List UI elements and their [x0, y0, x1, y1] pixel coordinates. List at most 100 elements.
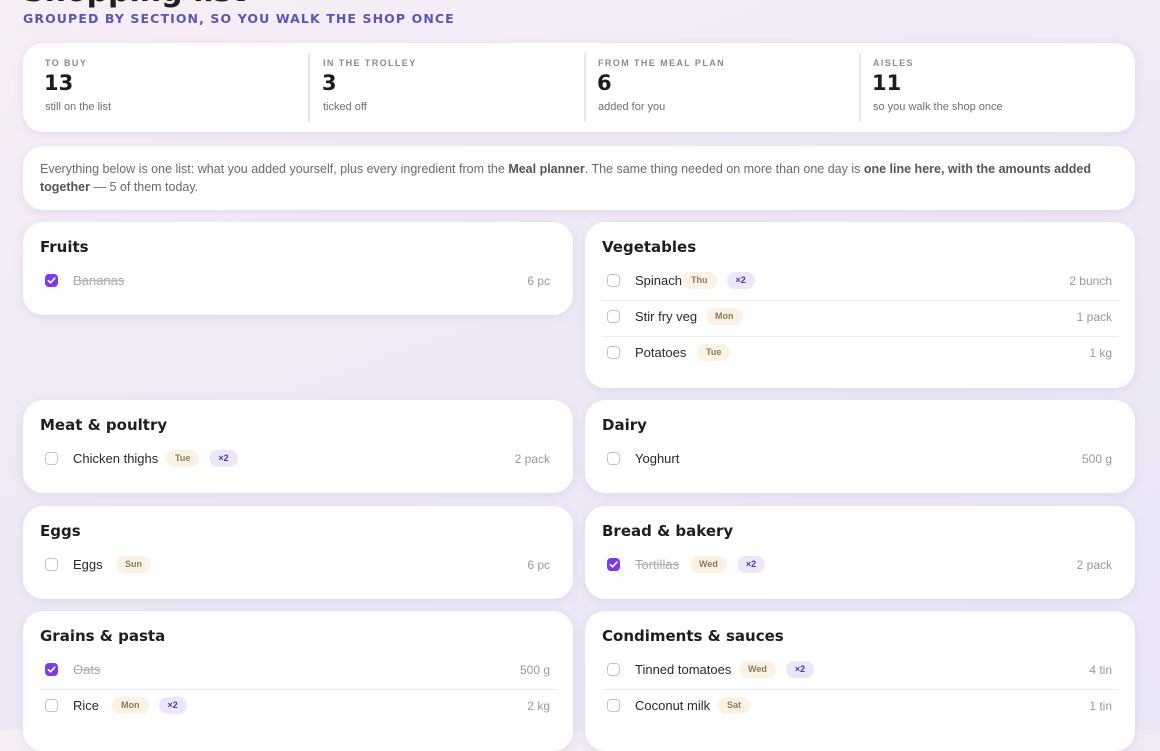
item-name: Tortillas — [635, 557, 680, 572]
day-badge: Tue — [166, 450, 200, 467]
list-item[interactable]: Stir fry veg Mon 1 pack — [602, 300, 1119, 337]
checkbox[interactable] — [607, 699, 620, 712]
list-item[interactable]: Potatoes Tue 1 kg — [602, 336, 1119, 372]
list-item[interactable]: Spinach Thu ×2 2 bunch — [602, 264, 1119, 301]
checked-checkbox[interactable] — [45, 274, 58, 287]
day-badge: Mon — [112, 697, 149, 714]
item-quantity: 2 pack — [1076, 558, 1112, 572]
item-name: Bananas — [73, 273, 125, 288]
section-title: Grains & pasta — [40, 627, 166, 645]
info-note-text: Everything below is one list: what you a… — [40, 160, 1110, 196]
stat-label: TO BUY — [45, 58, 88, 68]
item-quantity: 6 pc — [527, 558, 550, 572]
checkbox[interactable] — [607, 310, 620, 323]
checkbox[interactable] — [45, 452, 58, 465]
section-title: Meat & poultry — [40, 416, 168, 434]
item-tags: Wed ×2 — [739, 661, 815, 678]
item-quantity: 6 pc — [527, 274, 550, 288]
checkbox[interactable] — [607, 274, 620, 287]
item-name: Yoghurt — [635, 451, 680, 466]
stat-from-meal-plan: FROM THE MEAL PLAN 6 added for you — [576, 53, 846, 122]
day-badge: Sat — [718, 697, 751, 714]
item-tags: Thu ×2 — [682, 272, 755, 289]
item-quantity: 1 pack — [1076, 310, 1112, 324]
item-tags: Sun — [116, 556, 151, 573]
stat-in-trolley: IN THE TROLLEY 3 ticked off — [301, 53, 571, 122]
item-quantity: 1 tin — [1089, 699, 1112, 713]
stat-value: 11 — [872, 71, 902, 95]
section-title: Condiments & sauces — [602, 627, 784, 645]
section-card: Condiments & sauces Tinned tomatoes Wed ×2 4… — [585, 611, 1135, 751]
note-text: — 5 of them today. — [90, 180, 199, 194]
stat-sub: still on the list — [45, 101, 112, 113]
multiplier-badge: ×2 — [736, 556, 766, 573]
stat-sub: so you walk the shop once — [873, 101, 1003, 113]
checkbox[interactable] — [607, 452, 620, 465]
item-quantity: 500 g — [519, 663, 550, 677]
item-quantity: 1 kg — [1089, 346, 1112, 360]
checked-checkbox[interactable] — [607, 558, 620, 571]
note-text: Everything below is one list: what you a… — [40, 162, 509, 176]
section-title: Vegetables — [602, 238, 697, 256]
stat-to-buy: TO BUY 13 still on the list — [23, 53, 303, 122]
checkbox[interactable] — [45, 558, 58, 571]
stat-label: FROM THE MEAL PLAN — [598, 58, 726, 68]
section-card: Grains & pasta Oats 500 g Rice Mon ×2 2 kg — [23, 611, 573, 751]
stat-label: AISLES — [873, 58, 914, 68]
list-item[interactable]: Chicken thighs Tue ×2 2 pack — [40, 442, 557, 478]
item-tags: Tue — [697, 344, 731, 361]
day-badge: Wed — [739, 661, 776, 678]
section-card: Bread & bakery Tortillas Wed ×2 2 pack — [585, 506, 1135, 599]
item-quantity: 2 pack — [514, 452, 550, 466]
section-card: Fruits Bananas 6 pc — [23, 222, 573, 315]
item-name: Stir fry veg — [635, 309, 698, 324]
item-name: Rice — [73, 698, 100, 713]
list-item[interactable]: Yoghurt 500 g — [602, 442, 1119, 478]
section-card: Dairy Yoghurt 500 g — [585, 400, 1135, 493]
item-quantity: 4 tin — [1089, 663, 1112, 677]
list-item[interactable]: Tinned tomatoes Wed ×2 4 tin — [602, 653, 1119, 690]
page-title: Shopping list — [23, 0, 246, 10]
list-item[interactable]: Coconut milk Sat 1 tin — [602, 689, 1119, 725]
day-badge: Mon — [706, 308, 743, 325]
checked-checkbox[interactable] — [45, 663, 58, 676]
page-subtitle: GROUPED BY SECTION, SO YOU WALK THE SHOP… — [23, 11, 455, 26]
stat-sub: ticked off — [323, 101, 367, 113]
list-item[interactable]: Oats 500 g — [40, 653, 557, 690]
item-name: Coconut milk — [635, 698, 711, 713]
item-tags: Sat — [718, 697, 751, 714]
stat-value: 6 — [597, 71, 612, 95]
item-tags: Wed ×2 — [690, 556, 766, 573]
multiplier-badge: ×2 — [158, 697, 187, 714]
day-badge: Sun — [116, 556, 151, 573]
list-item[interactable]: Eggs Sun 6 pc — [40, 548, 557, 584]
item-name: Potatoes — [635, 345, 687, 360]
list-item[interactable]: Rice Mon ×2 2 kg — [40, 689, 557, 725]
item-name: Chicken thighs — [73, 451, 159, 466]
item-name: Oats — [73, 662, 101, 677]
section-title: Fruits — [40, 238, 89, 256]
section-card: Vegetables Spinach Thu ×2 2 bunch Stir fry ve… — [585, 222, 1135, 388]
stat-value: 3 — [322, 71, 337, 95]
list-item[interactable]: Tortillas Wed ×2 2 pack — [602, 548, 1119, 584]
section-title: Eggs — [40, 522, 81, 540]
list-item[interactable]: Bananas 6 pc — [40, 264, 557, 300]
section-card: Eggs Eggs Sun 6 pc — [23, 506, 573, 599]
section-title: Bread & bakery — [602, 522, 734, 540]
checkbox[interactable] — [607, 346, 620, 359]
item-tags: Tue ×2 — [166, 450, 238, 467]
stats-card: TO BUY 13 still on the list IN THE TROLL… — [23, 43, 1135, 132]
stat-aisles: AISLES 11 so you walk the shop once — [851, 53, 1121, 122]
checkbox[interactable] — [45, 699, 58, 712]
checkbox[interactable] — [607, 663, 620, 676]
stat-label: IN THE TROLLEY — [323, 58, 417, 68]
item-quantity: 2 bunch — [1069, 274, 1112, 288]
item-name: Spinach — [635, 273, 682, 288]
item-name: Eggs — [73, 557, 103, 572]
item-tags: Mon ×2 — [112, 697, 187, 714]
info-note: Everything below is one list: what you a… — [23, 146, 1135, 210]
multiplier-badge: ×2 — [726, 272, 755, 289]
item-quantity: 2 kg — [527, 699, 550, 713]
note-text: . The same thing needed on more than one… — [584, 162, 864, 176]
day-badge: Thu — [682, 272, 717, 289]
